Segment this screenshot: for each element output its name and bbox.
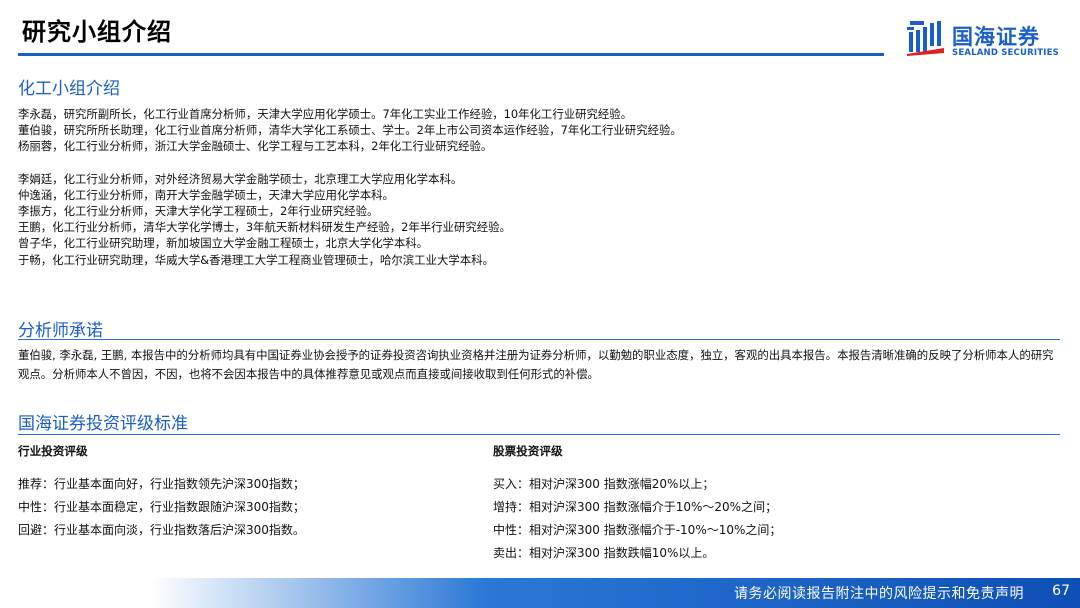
member-line: 李永磊，研究所副所长，化工行业首席分析师，天津大学应用化学硕士。7年化工实业工作…	[18, 107, 633, 121]
sealand-logo-icon	[907, 21, 944, 56]
stock-rating-item: 中性：相对沪深300 指数涨幅介于-10%～10%之间；	[493, 523, 782, 537]
stock-rating-item: 增持：相对沪深300 指数涨幅介于10%～20%之间；	[493, 500, 778, 514]
member-line: 李振方，化工行业分析师，天津大学化学工程硕士，2年行业研究经验。	[18, 204, 379, 219]
page-title: 研究小组介绍	[22, 18, 172, 46]
stock-rating: 股票投资评级 买入：相对沪深300 指数涨幅20%以上； 增持：相对沪深300 …	[493, 443, 781, 565]
logo: 国海证券 SEALAND SECURITIES	[906, 18, 1066, 60]
stock-rating-item: 卖出：相对沪深300 指数跌幅10%以上。	[493, 546, 715, 560]
team-members: 李永磊，研究所副所长，化工行业首席分析师，天津大学应用化学硕士。7年化工实业工作…	[18, 106, 1018, 268]
footer-bar: 请务必阅读报告附注中的风险提示和免责声明 67	[0, 578, 1080, 608]
page-number: 67	[1052, 583, 1070, 599]
member-line: 李娟廷，化工行业分析师，对外经济贸易大学金融学硕士，北京理工大学应用化学本科。	[18, 171, 463, 186]
stock-rating-item: 买入：相对沪深300 指数涨幅20%以上；	[493, 477, 715, 491]
rating-heading: 国海证券投资评级标准	[18, 414, 188, 434]
industry-rating: 行业投资评级 推荐：行业基本面向好，行业指数领先沪深300指数； 中性：行业基本…	[18, 443, 305, 542]
member-gap	[18, 155, 1018, 171]
pledge-rule	[18, 339, 1060, 340]
stock-rating-title: 股票投资评级	[493, 444, 563, 458]
footer-disclaimer: 请务必阅读报告附注中的风险提示和免责声明	[734, 586, 1024, 602]
member-line: 杨丽蓉，化工行业分析师，浙江大学金融硕士、化学工程与工艺本科，2年化工行业研究经…	[18, 139, 493, 154]
industry-rating-title: 行业投资评级	[18, 444, 88, 458]
industry-rating-item: 回避：行业基本面向淡，行业指数落后沪深300指数。	[18, 523, 305, 537]
title-rule	[18, 53, 884, 56]
member-line: 曾子华，化工行业研究助理，新加坡国立大学金融工程硕士，北京大学化学本科。	[18, 236, 429, 251]
logo-cn: 国海证券	[952, 25, 1040, 49]
member-line: 王鹏，化工行业分析师，清华大学化学博士，3年航天新材料研发生产经验，2年半行业研…	[18, 220, 511, 235]
pledge-heading: 分析师承诺	[18, 321, 103, 341]
industry-rating-item: 中性：行业基本面稳定，行业指数跟随沪深300指数；	[18, 500, 305, 514]
member-line: 董伯骏，研究所所长助理，化工行业首席分析师，清华大学化工系硕士、学士。2年上市公…	[18, 123, 682, 138]
industry-rating-item: 推荐：行业基本面向好，行业指数领先沪深300指数；	[18, 477, 305, 491]
logo-en: SEALAND SECURITIES	[952, 48, 1059, 58]
member-line: 仲逸涵，化工行业分析师，南开大学金融学硕士，天津大学应用化学本科。	[18, 187, 394, 202]
rating-rule	[18, 434, 1060, 435]
pledge-text: 董伯骏, 李永磊, 王鹏, 本报告中的分析师均具有中国证券业协会授予的证券投资咨…	[18, 348, 1054, 381]
team-heading: 化工小组介绍	[18, 79, 120, 99]
member-line: 于畅，化工行业研究助理，华威大学&香港理工大学工程商业管理硕士，哈尔滨工业大学本…	[18, 252, 494, 267]
